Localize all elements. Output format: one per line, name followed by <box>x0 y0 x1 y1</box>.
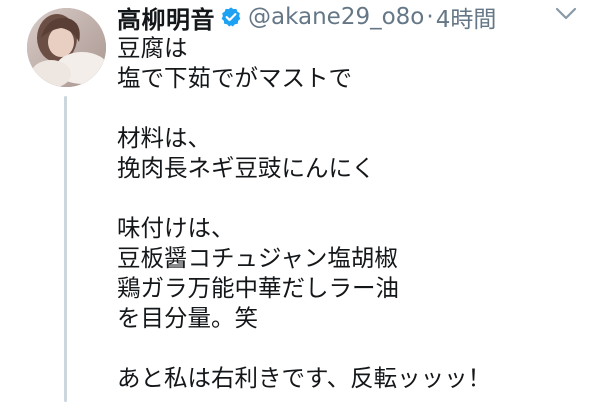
thread-line <box>64 96 67 402</box>
avatar[interactable] <box>27 8 106 87</box>
tweet-line: 塩で下茹でがマストで <box>117 64 352 92</box>
tweet-line: 豆腐は <box>117 34 188 62</box>
tweet-line: 材料は、 <box>117 124 211 152</box>
chevron-down-icon[interactable] <box>555 6 577 22</box>
user-handle[interactable]: @akane29_o8o <box>248 4 424 30</box>
tweet-line: 挽肉長ネギ豆豉にんにく <box>117 154 376 182</box>
tweet-line <box>117 333 587 363</box>
tweet-line: 味付けは、 <box>117 214 235 242</box>
tweet-header: 高柳明音 @akane29_o8o · 4時間 <box>117 0 497 35</box>
tweet-text: 豆腐は 塩で下茹でがマストで 材料は、 挽肉長ネギ豆豉にんにく 味付けは、 豆板… <box>117 33 587 393</box>
tweet-line <box>117 183 587 213</box>
tweet-card: 高柳明音 @akane29_o8o · 4時間 豆腐は 塩で下茹でがマストで 材… <box>0 0 600 402</box>
tweet-line: を目分量。笑 <box>117 304 258 332</box>
verified-badge-icon <box>220 6 242 28</box>
display-name[interactable]: 高柳明音 <box>117 0 215 35</box>
tweet-line: 鶏ガラ万能中華だしラー油 <box>117 274 399 302</box>
tweet-line <box>117 93 587 123</box>
timestamp[interactable]: 4時間 <box>436 0 497 34</box>
tweet-line: 豆板醤コチュジャン塩胡椒 <box>117 244 398 272</box>
separator-dot: · <box>426 4 434 30</box>
tweet-line: あと私は右利きです、反転ッッッ！ <box>117 364 492 392</box>
